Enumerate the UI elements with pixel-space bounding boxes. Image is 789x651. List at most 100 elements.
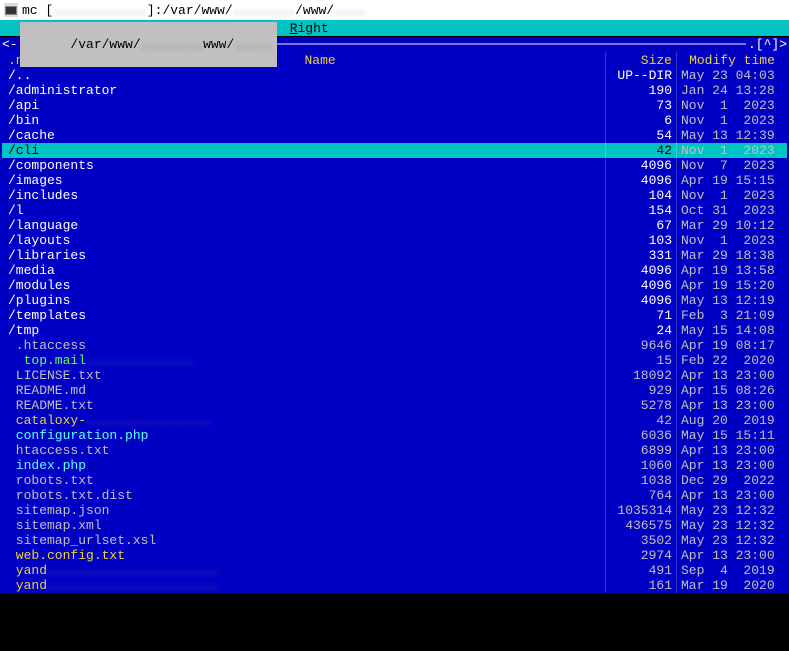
file-date: Sep 4 2019: [677, 563, 787, 578]
file-date: May 23 12:32: [677, 533, 787, 548]
file-name: .htaccess: [2, 338, 605, 353]
file-row[interactable]: /libraries331Mar 29 18:38: [2, 248, 787, 263]
file-row[interactable]: top.mail..............15Feb 22 2020: [2, 353, 787, 368]
file-size: 2974: [606, 548, 676, 563]
file-date: Apr 19 15:15: [677, 173, 787, 188]
file-size: 73: [606, 98, 676, 113]
file-row[interactable]: /templates71Feb 3 21:09: [2, 308, 787, 323]
file-row[interactable]: /components4096Nov 7 2023: [2, 158, 787, 173]
file-row[interactable]: htaccess.txt6899Apr 13 23:00: [2, 443, 787, 458]
file-name: robots.txt: [2, 473, 605, 488]
file-row[interactable]: /..UP--DIRMay 23 04:03: [2, 68, 787, 83]
file-row[interactable]: /language67Mar 29 10:12: [2, 218, 787, 233]
file-date: May 15 14:08: [677, 323, 787, 338]
file-size: 436575: [606, 518, 676, 533]
file-size: 6899: [606, 443, 676, 458]
menu-right[interactable]: Right: [286, 21, 333, 36]
file-name: /tmp: [2, 323, 605, 338]
file-row[interactable]: /cli42Nov 1 2023: [2, 143, 787, 158]
file-name: README.md: [2, 383, 605, 398]
file-size: 190: [606, 83, 676, 98]
file-date: May 13 12:19: [677, 293, 787, 308]
file-row[interactable]: robots.txt.dist764Apr 13 23:00: [2, 488, 787, 503]
file-size: 1038: [606, 473, 676, 488]
file-row[interactable]: configuration.php6036May 15 15:11: [2, 428, 787, 443]
file-row[interactable]: robots.txt1038Dec 29 2022: [2, 473, 787, 488]
frame-right-control[interactable]: .[^]>: [746, 37, 789, 52]
file-date: Nov 1 2023: [677, 143, 787, 158]
file-row[interactable]: README.md929Apr 15 08:26: [2, 383, 787, 398]
file-size: 3502: [606, 533, 676, 548]
window-title: mc [............]:/var/www/......../www/…: [22, 3, 365, 18]
file-row[interactable]: /administrator190Jan 24 13:28: [2, 83, 787, 98]
file-date: May 23 12:32: [677, 503, 787, 518]
app-icon: [4, 3, 18, 17]
file-row[interactable]: /api73Nov 1 2023: [2, 98, 787, 113]
file-size: 9646: [606, 338, 676, 353]
file-row[interactable]: yand......................161Mar 19 2020: [2, 578, 787, 593]
file-date: Apr 19 15:20: [677, 278, 787, 293]
file-row[interactable]: index.php1060Apr 13 23:00: [2, 458, 787, 473]
file-date: Oct 31 2023: [677, 203, 787, 218]
file-name: cataloxy-................: [2, 413, 605, 428]
col-header-size[interactable]: Size: [606, 53, 676, 68]
current-path[interactable]: /var/www/........www/.....: [20, 22, 278, 67]
file-row[interactable]: /media4096Apr 19 13:58: [2, 263, 787, 278]
file-name: /cli: [2, 143, 605, 158]
file-name: /images: [2, 173, 605, 188]
file-size: 764: [606, 488, 676, 503]
file-name: /plugins: [2, 293, 605, 308]
file-name: index.php: [2, 458, 605, 473]
terminal: Left File Command Options Right <- /var/…: [0, 20, 789, 651]
file-row[interactable]: /l154Oct 31 2023: [2, 203, 787, 218]
file-name: /media: [2, 263, 605, 278]
file-size: 929: [606, 383, 676, 398]
file-date: Dec 29 2022: [677, 473, 787, 488]
file-row[interactable]: /bin6Nov 1 2023: [2, 113, 787, 128]
file-row[interactable]: yand......................491Sep 4 2019: [2, 563, 787, 578]
file-size: 1060: [606, 458, 676, 473]
file-name: README.txt: [2, 398, 605, 413]
file-name: /..: [2, 68, 605, 83]
file-row[interactable]: LICENSE.txt18092Apr 13 23:00: [2, 368, 787, 383]
file-size: 6036: [606, 428, 676, 443]
file-date: Apr 19 08:17: [677, 338, 787, 353]
file-row[interactable]: /includes104Nov 1 2023: [2, 188, 787, 203]
file-name: /components: [2, 158, 605, 173]
file-row[interactable]: /images4096Apr 19 15:15: [2, 173, 787, 188]
file-date: Apr 13 23:00: [677, 548, 787, 563]
file-list[interactable]: /..UP--DIRMay 23 04:03/administrator190J…: [2, 68, 787, 593]
file-row[interactable]: .htaccess9646Apr 19 08:17: [2, 338, 787, 353]
file-size: 24: [606, 323, 676, 338]
file-date: Aug 20 2019: [677, 413, 787, 428]
file-row[interactable]: sitemap.xml436575May 23 12:32: [2, 518, 787, 533]
file-date: Apr 13 23:00: [677, 398, 787, 413]
file-size: 161: [606, 578, 676, 593]
file-date: Apr 15 08:26: [677, 383, 787, 398]
file-name: LICENSE.txt: [2, 368, 605, 383]
file-date: Apr 13 23:00: [677, 488, 787, 503]
file-name: /bin: [2, 113, 605, 128]
file-date: Apr 13 23:00: [677, 443, 787, 458]
file-row[interactable]: README.txt5278Apr 13 23:00: [2, 398, 787, 413]
file-row[interactable]: cataloxy-................42Aug 20 2019: [2, 413, 787, 428]
file-size: 4096: [606, 173, 676, 188]
file-row[interactable]: web.config.txt2974Apr 13 23:00: [2, 548, 787, 563]
file-row[interactable]: /plugins4096May 13 12:19: [2, 293, 787, 308]
window-titlebar: mc [............]:/var/www/......../www/…: [0, 0, 789, 20]
file-row[interactable]: sitemap.json1035314May 23 12:32: [2, 503, 787, 518]
file-name: sitemap.json: [2, 503, 605, 518]
file-row[interactable]: /modules4096Apr 19 15:20: [2, 278, 787, 293]
file-name: /includes: [2, 188, 605, 203]
file-date: Nov 1 2023: [677, 98, 787, 113]
file-row[interactable]: /tmp24May 15 14:08: [2, 323, 787, 338]
file-row[interactable]: sitemap_urlset.xsl3502May 23 12:32: [2, 533, 787, 548]
file-row[interactable]: /cache54May 13 12:39: [2, 128, 787, 143]
file-name: /l: [2, 203, 605, 218]
file-size: 4096: [606, 158, 676, 173]
frame-left-arrow[interactable]: <-: [0, 37, 20, 52]
file-row[interactable]: /layouts103Nov 1 2023: [2, 233, 787, 248]
col-header-modify[interactable]: Modify time: [677, 53, 787, 68]
file-size: 104: [606, 188, 676, 203]
file-date: Mar 19 2020: [677, 578, 787, 593]
